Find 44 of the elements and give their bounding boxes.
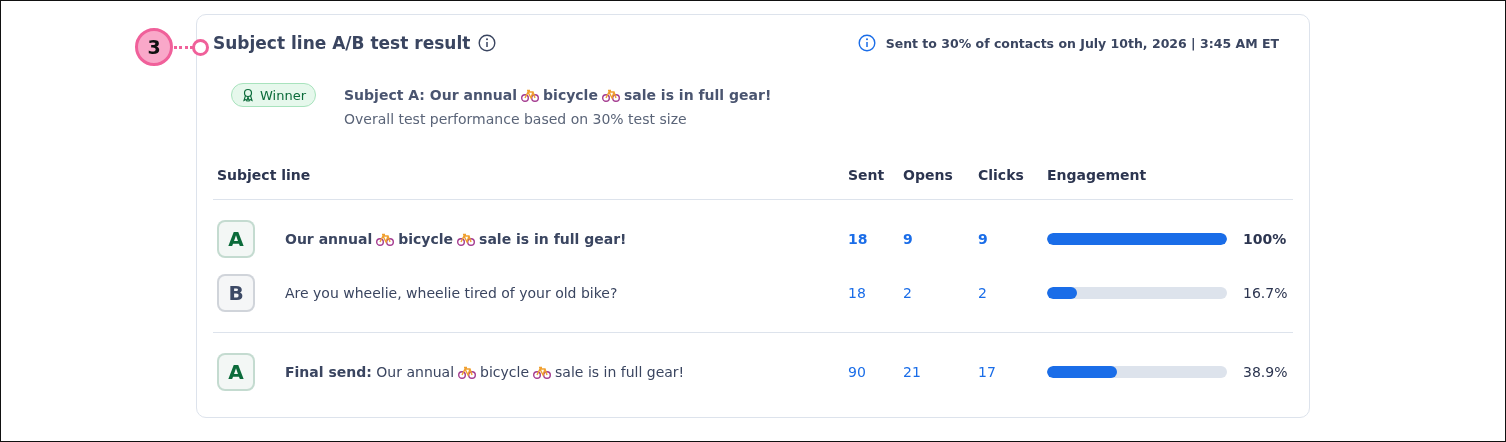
bicycle-icon (521, 88, 540, 102)
sent-count: 18 (848, 231, 869, 247)
variant-letter: A (217, 353, 255, 391)
subject-text: bicycle (398, 231, 454, 247)
subject-text: bicycle (480, 364, 530, 380)
clicks-count: 17 (978, 364, 997, 380)
test-note: Overall test performance based on 30% test size (344, 111, 688, 127)
engagement-percent: 100% (1243, 231, 1288, 247)
subject-text: Are you wheelie, wheelie tired of your old bike? (285, 285, 618, 301)
subject-text: Our annual (285, 231, 373, 247)
subject-text: sale is in full gear! (623, 87, 772, 103)
variant-letter: A (217, 220, 255, 258)
subject-text: sale is in full gear! (479, 231, 627, 247)
bicycle-icon (601, 88, 620, 102)
column-header: Opens (903, 166, 954, 185)
column-header: Sent (848, 166, 886, 185)
card-title: Subject line A/B test result (213, 33, 471, 53)
sent-count: 18 (848, 285, 867, 301)
clicks-count: 2 (978, 285, 988, 301)
engagement-percent: 16.7% (1243, 285, 1289, 301)
opens-count: 9 (903, 231, 914, 247)
bicycle-icon (458, 365, 477, 379)
opens-count: 2 (903, 285, 913, 301)
subject-text: Subject A: Our annual (344, 87, 518, 103)
info-icon (857, 34, 876, 52)
info-icon (478, 34, 497, 52)
subject-text: bicycle (543, 87, 598, 103)
variant-letter: B (217, 274, 255, 312)
engagement-percent: 38.9% (1243, 364, 1289, 380)
column-header: Subject line (216, 166, 312, 185)
winner-badge: Winner (231, 83, 316, 107)
clicks-count: 9 (978, 231, 989, 247)
bicycle-icon (376, 232, 395, 246)
column-header: Engagement (1047, 166, 1148, 185)
bicycle-icon (457, 232, 476, 246)
column-header: Clicks (978, 166, 1025, 185)
award-icon (241, 88, 255, 102)
sent-count: 90 (848, 364, 867, 380)
subject-text: sale is in full gear! (555, 364, 685, 380)
step-marker: 3 (135, 28, 173, 66)
sent-info: Sent to 30% of contacts on July 10th, 2026 | 3:45 AM ET (885, 35, 1279, 51)
bicycle-icon (533, 365, 552, 379)
opens-count: 21 (903, 364, 922, 380)
subject-text: Final send: Our annual (285, 364, 455, 380)
